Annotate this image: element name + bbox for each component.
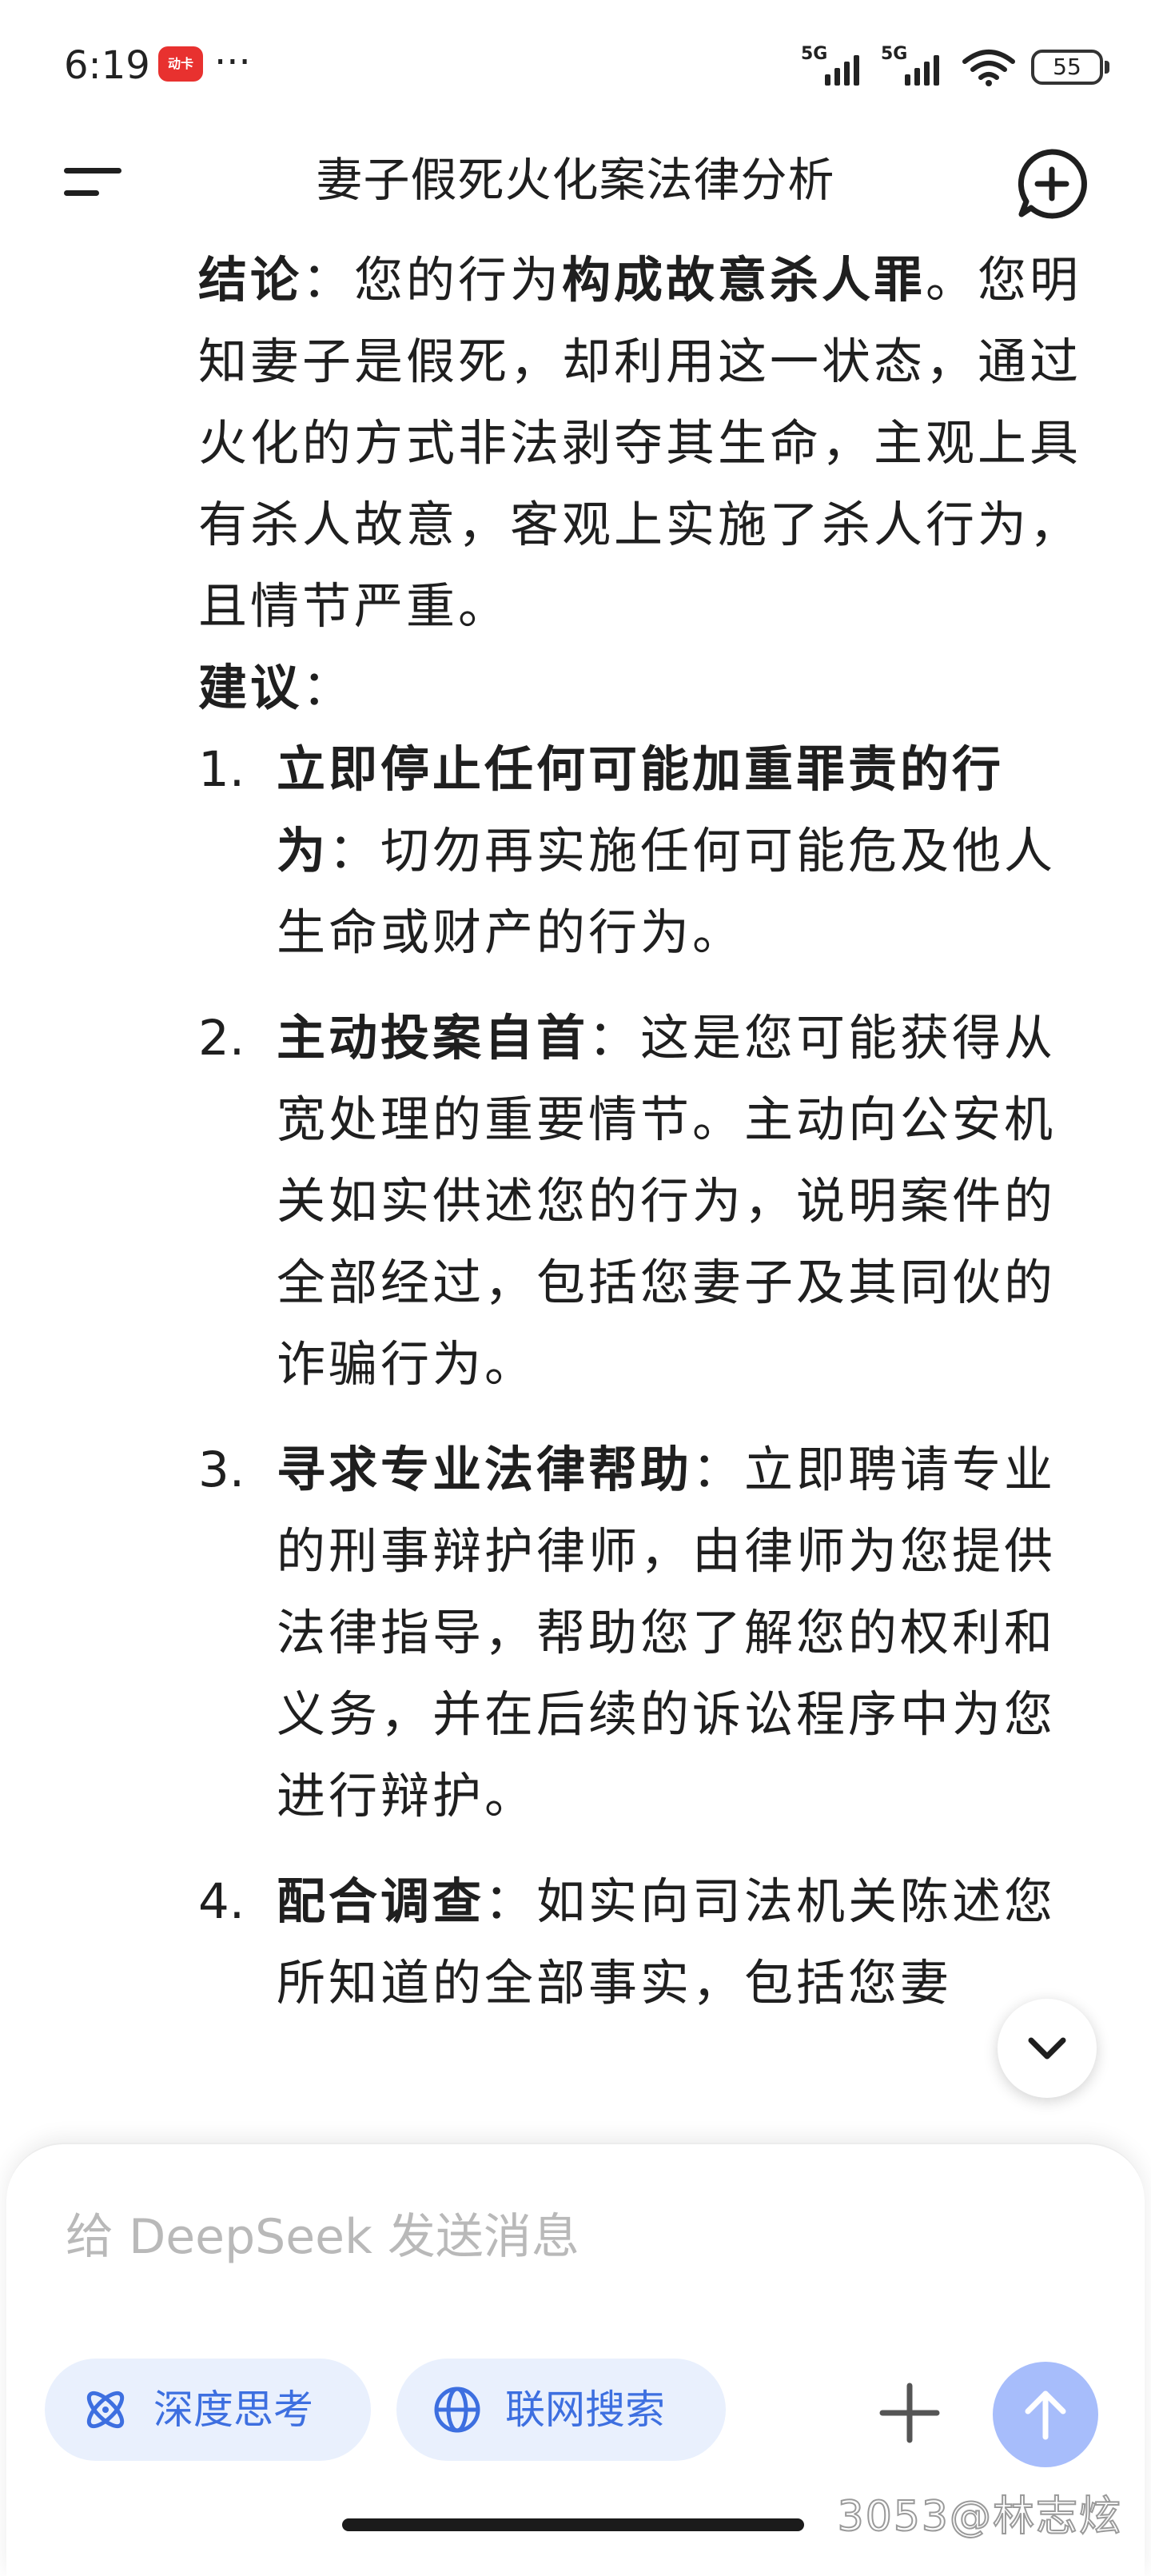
signal-5g-icon: 5G <box>881 44 946 87</box>
scroll-to-bottom-button[interactable] <box>998 1999 1097 2098</box>
list-item-number: 3. <box>198 1442 245 1498</box>
web-search-label: 联网搜索 <box>505 2387 665 2433</box>
suggest-label: 建议 <box>198 660 303 716</box>
watermark: 3053@林志炫 <box>837 2492 1122 2542</box>
app-notification-icon: 动卡 <box>158 46 203 82</box>
more-notifications-icon: ··· <box>214 40 251 85</box>
list-item-text: ：切勿再实施任何可能危及他人生命或财产的行为。 <box>277 823 1057 961</box>
list-item-title: 配合调查 <box>277 1873 485 1930</box>
new-chat-icon[interactable] <box>1015 147 1089 221</box>
list-item-title: 主动投案自首 <box>277 1010 589 1067</box>
list-item-number: 1. <box>198 741 245 798</box>
status-bar: 6:19 动卡 ··· 5G 5G 55 <box>0 0 1151 128</box>
attach-plus-icon[interactable] <box>878 2381 942 2445</box>
list-item-text: ：这是您可能获得从宽处理的重要情节。主动向公安机关如实供述您的行为，说明案件的全… <box>277 1010 1057 1393</box>
list-item: 1. 立即停止任何可能加重罪责的行为：切勿再实施任何可能危及他人生命或财产的行为。 <box>198 729 1093 974</box>
advice-list: 1. 立即停止任何可能加重罪责的行为：切勿再实施任何可能危及他人生命或财产的行为。… <box>198 729 1093 2024</box>
arrow-up-icon <box>1025 2391 1066 2440</box>
list-item: 3. 寻求专业法律帮助：立即聘请专业的刑事辩护律师，由律师为您提供法律指导，帮助您… <box>198 1430 1093 1837</box>
list-item-number: 2. <box>198 1010 245 1067</box>
deep-think-label: 深度思考 <box>153 2387 313 2433</box>
list-item-title: 寻求专业法律帮助 <box>277 1442 693 1498</box>
signal-5g-icon: 5G <box>801 44 866 87</box>
chevron-down-icon <box>1028 2037 1066 2060</box>
message-input[interactable] <box>64 2200 1026 2274</box>
status-time: 6:19 <box>64 43 150 88</box>
conclusion-sep: ：您的行为 <box>302 252 563 309</box>
signal-label: 5G <box>801 44 828 64</box>
globe-icon <box>434 2387 480 2433</box>
status-indicators: 5G 5G 55 <box>801 44 1109 90</box>
conclusion-text: 。您明知妻子是假死，却利用这一状态，通过火化的方式非法剥夺其生命，主观上具有杀人… <box>198 252 1082 635</box>
list-item: 2. 主动投案自首：这是您可能获得从宽处理的重要情节。主动向公安机关如实供述您的行… <box>198 998 1093 1406</box>
list-item: 4. 配合调查：如实向司法机关陈述您所知道的全部事实，包括您妻 <box>198 1861 1093 2024</box>
wifi-icon <box>962 50 1015 86</box>
home-indicator[interactable] <box>342 2518 804 2531</box>
conclusion-paragraph: 结论：您的行为构成故意杀人罪。您明知妻子是假死，却利用这一状态，通过火化的方式非… <box>198 240 1093 648</box>
deep-think-toggle[interactable]: 深度思考 <box>45 2359 371 2461</box>
list-item-text: ：立即聘请专业的刑事辩护律师，由律师为您提供法律指导，帮助您了解您的权利和义务，… <box>277 1442 1057 1824</box>
conclusion-bold: 构成故意杀人罪 <box>562 252 926 309</box>
conclusion-label: 结论 <box>198 252 303 309</box>
signal-label: 5G <box>881 44 908 64</box>
suggest-sep: ： <box>302 660 355 716</box>
atom-icon <box>86 2391 125 2429</box>
assistant-message: 结论：您的行为构成故意杀人罪。您明知妻子是假死，却利用这一状态，通过火化的方式非… <box>198 240 1093 2048</box>
chat-title: 妻子假死火化案法律分析 <box>316 153 835 207</box>
send-button[interactable] <box>993 2362 1098 2467</box>
battery-icon: 55 <box>1031 50 1109 85</box>
list-item-number: 4. <box>198 1873 245 1930</box>
suggest-heading: 建议： <box>198 648 1093 729</box>
web-search-toggle[interactable]: 联网搜索 <box>396 2359 726 2461</box>
chat-header: 妻子假死火化案法律分析 <box>0 136 1151 224</box>
